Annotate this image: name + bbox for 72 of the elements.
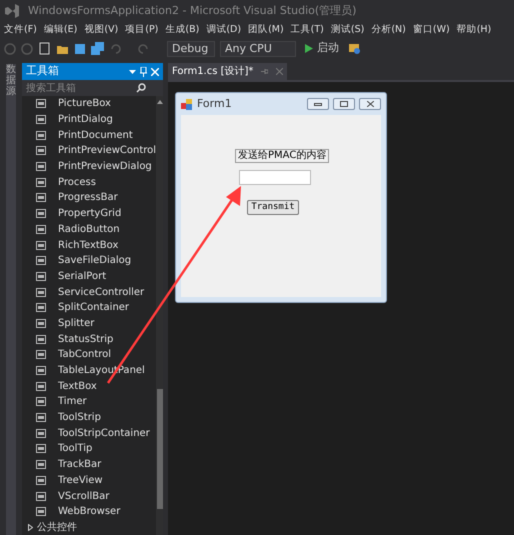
minimize-button[interactable]	[307, 98, 329, 110]
form-icon	[181, 98, 193, 110]
menu-item[interactable]: 调试(D)	[206, 23, 242, 38]
side-tab[interactable]: 数据源	[6, 64, 16, 535]
toolbox-item[interactable]: SerialPort	[58, 268, 106, 284]
toolbox-item[interactable]: PropertyGrid	[58, 206, 122, 222]
menu-item[interactable]: 工具(T)	[290, 23, 324, 38]
toolbox-item[interactable]: PrintDialog	[58, 112, 113, 128]
toolbox-item[interactable]: Process	[58, 174, 96, 190]
toolbox-item[interactable]: ToolTip	[58, 441, 92, 456]
play-icon	[305, 44, 313, 53]
toolbox-item[interactable]: PrintPreviewControl	[58, 143, 156, 158]
menu-item[interactable]: 分析(N)	[371, 23, 406, 38]
start-button[interactable]: 启动	[301, 40, 343, 56]
toolbox-item[interactable]: ToolStripContainer	[58, 426, 150, 441]
platform-dropdown[interactable]: Any CPU	[220, 40, 296, 56]
panel-title: 工具箱	[26, 63, 59, 80]
toolbox-item[interactable]: PrintDocument	[58, 128, 133, 143]
close-icon	[366, 101, 374, 107]
logo-icon	[4, 4, 20, 18]
toolbox-item[interactable]: PictureBox	[58, 96, 111, 112]
toolbox-item[interactable]: ServiceController	[58, 284, 144, 300]
toolbox-item[interactable]: ProgressBar	[58, 190, 118, 206]
save-all-icon[interactable]	[91, 42, 104, 55]
toolbox-item[interactable]: StatusStrip	[58, 332, 114, 347]
menu-item[interactable]: 编辑(E)	[44, 23, 78, 38]
close-icon[interactable]	[276, 68, 284, 75]
menu-item[interactable]: 视图(V)	[84, 23, 118, 38]
scrollbar[interactable]	[156, 96, 163, 535]
toolbox-item[interactable]: WebBrowser	[58, 504, 120, 520]
menu-item[interactable]: 窗口(W)	[412, 23, 450, 38]
toolbox-item[interactable]: ToolStrip	[58, 410, 101, 426]
menu-item[interactable]: 项目(P)	[125, 23, 158, 38]
toolbox-item[interactable]: TrackBar	[58, 457, 102, 472]
pin-icon[interactable]	[261, 68, 268, 75]
expand-icon[interactable]	[28, 524, 33, 531]
menu-item[interactable]: 团队(M)	[248, 23, 284, 38]
toolbox-item[interactable]: SplitContainer	[58, 300, 130, 316]
menu-item[interactable]: 生成(B)	[165, 23, 200, 38]
close-button[interactable]	[359, 98, 381, 110]
scroll-thumb[interactable]	[156, 389, 163, 509]
toolbox-item[interactable]: Timer	[58, 394, 87, 410]
dropdown-icon[interactable]	[129, 70, 136, 74]
search-field[interactable]: 搜索工具箱	[22, 80, 163, 96]
menu-item[interactable]: 测试(S)	[330, 23, 364, 38]
transmit-button[interactable]: Transmit	[247, 200, 299, 215]
toolbox-item[interactable]: Splitter	[58, 316, 94, 331]
save-icon[interactable]	[74, 42, 86, 54]
configuration-dropdown[interactable]: Debug	[167, 40, 215, 56]
search-input[interactable]: 搜索工具箱	[26, 80, 136, 96]
document-tab[interactable]: Form1.cs [设计]*	[168, 63, 288, 80]
scroll-up-icon[interactable]	[156, 100, 163, 104]
form-label: 发送给PMAC的内容	[235, 149, 330, 163]
toolbox-item[interactable]: PrintPreviewDialog	[58, 159, 152, 174]
toolbox-item[interactable]: RichTextBox	[58, 238, 118, 253]
text-input[interactable]	[239, 170, 311, 185]
new-project-icon[interactable]	[38, 42, 51, 55]
form-title: Form1	[197, 96, 232, 112]
maximize-button[interactable]	[333, 98, 355, 110]
find-icon[interactable]	[348, 42, 362, 55]
group-header[interactable]: 公共控件	[37, 520, 77, 535]
window-title: WindowsFormsApplication2 - Microsoft Visual Studio(管理员)	[28, 2, 356, 19]
toolbox-item[interactable]: RadioButton	[58, 222, 120, 237]
toolbox-item[interactable]: SaveFileDialog	[58, 253, 132, 268]
tab-label: Form1.cs [设计]*	[172, 64, 254, 79]
toolbox-item[interactable]: TreeView	[58, 472, 103, 488]
search-icon[interactable]	[136, 83, 146, 93]
toolbox-item[interactable]: VScrollBar	[58, 488, 110, 504]
menu-item[interactable]: 文件(F)	[4, 23, 37, 38]
toolbox-item[interactable]: TextBox	[58, 378, 97, 394]
menu-item[interactable]: 帮助(H)	[456, 23, 492, 38]
toolbox-item[interactable]: TabControl	[58, 347, 112, 362]
